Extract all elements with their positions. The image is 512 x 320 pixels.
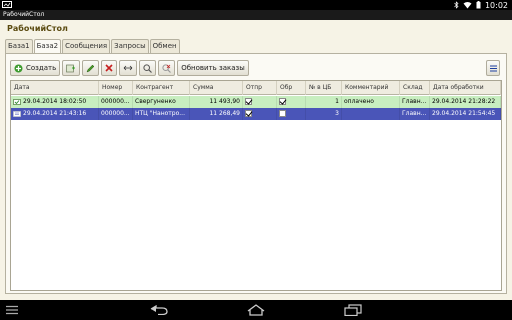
cell-number: 000000...	[99, 108, 133, 120]
tab-bar: База1 База2 Сообщения Запросы Обмен	[5, 39, 180, 54]
cell-date: 29.04.2014 21:43:16	[11, 108, 99, 120]
cell-counterparty: НТЦ "Нанотро...	[133, 108, 190, 120]
create-button[interactable]: Создать	[10, 60, 61, 76]
column-sent[interactable]: Отпр	[243, 81, 277, 95]
android-navigation-bar	[0, 300, 512, 320]
tab-panel: Создать Обновить заказы Дата Номер Контр…	[5, 53, 507, 294]
processed-checkbox[interactable]	[279, 98, 286, 105]
window-title: РабочийСтол	[0, 10, 512, 20]
table-row[interactable]: 29.04.2014 18:02:50 000000... Свергуненк…	[11, 96, 501, 108]
more-menu-button[interactable]	[486, 60, 500, 76]
cell-sent	[243, 96, 277, 108]
app-body: РабочийСтол База1 База2 Сообщения Запрос…	[0, 20, 512, 300]
cell-processed-date: 29.04.2014 21:28:22	[430, 96, 501, 108]
expand-range-icon	[123, 65, 133, 71]
tab-queries[interactable]: Запросы	[111, 39, 149, 53]
column-processed[interactable]: Обр	[277, 81, 306, 95]
cell-processed	[277, 108, 306, 120]
cell-date: 29.04.2014 18:02:50	[11, 96, 99, 108]
cell-comment: оплачено	[342, 96, 400, 108]
tab-exchange[interactable]: Обмен	[149, 39, 180, 53]
tab-base1[interactable]: База1	[5, 39, 33, 53]
menu-icon	[489, 65, 497, 71]
back-icon[interactable]	[150, 305, 168, 315]
add-icon	[14, 64, 23, 72]
cell-processed	[277, 96, 306, 108]
table-header: Дата Номер Контрагент Сумма Отпр Обр № в…	[11, 81, 501, 95]
column-number[interactable]: Номер	[99, 81, 133, 95]
cell-warehouse: Главн...	[400, 96, 430, 108]
cell-date-text: 29.04.2014 21:43:16	[23, 110, 87, 117]
cell-cb-number: 1	[306, 96, 342, 108]
cell-processed-date: 29.04.2014 21:54:45	[430, 108, 501, 120]
delete-icon	[105, 64, 113, 72]
processed-checkbox[interactable]	[279, 110, 286, 117]
create-label: Создать	[26, 64, 57, 72]
wifi-icon	[463, 2, 472, 9]
cell-counterparty: Свергуненко	[133, 96, 190, 108]
document-posted-icon	[13, 98, 21, 105]
column-comment[interactable]: Комментарий	[342, 81, 400, 95]
pencil-icon	[86, 64, 95, 72]
cell-number: 000000...	[99, 96, 133, 108]
toolbar: Создать Обновить заказы	[10, 60, 249, 76]
column-counterparty[interactable]: Контрагент	[133, 81, 190, 95]
cell-sum: 11 493,90	[190, 96, 243, 108]
edit-button[interactable]	[82, 60, 100, 76]
refresh-orders-button[interactable]: Обновить заказы	[177, 60, 249, 76]
cell-sent	[243, 108, 277, 120]
cancel-search-icon	[162, 63, 172, 73]
column-processed-date[interactable]: Дата обработки	[430, 81, 501, 95]
document-icon	[13, 110, 21, 117]
home-icon[interactable]	[246, 304, 266, 316]
column-warehouse[interactable]: Склад	[400, 81, 430, 95]
cell-sum: 11 268,49	[190, 108, 243, 120]
copy-button[interactable]	[62, 60, 81, 76]
search-icon	[143, 63, 153, 73]
delete-button[interactable]	[101, 60, 118, 76]
recent-apps-icon[interactable]	[344, 304, 362, 316]
cell-cb-number: 3	[306, 108, 342, 120]
select-range-button[interactable]	[119, 60, 138, 76]
clear-search-button[interactable]	[158, 60, 176, 76]
battery-icon	[476, 1, 481, 9]
android-status-bar: 10:02	[0, 0, 512, 10]
tab-messages[interactable]: Сообщения	[62, 39, 111, 53]
form-title: РабочийСтол	[7, 24, 68, 33]
menu-lines-icon[interactable]	[6, 305, 18, 315]
cell-warehouse: Главн...	[400, 108, 430, 120]
copy-icon	[66, 64, 76, 72]
cell-comment	[342, 108, 400, 120]
sent-checkbox[interactable]	[245, 110, 252, 117]
clock: 10:02	[484, 0, 508, 10]
column-cb-number[interactable]: № в ЦБ	[306, 81, 342, 95]
table-row-selected[interactable]: 29.04.2014 21:43:16 000000... НТЦ "Нанот…	[11, 108, 501, 120]
orders-table: Дата Номер Контрагент Сумма Отпр Обр № в…	[10, 80, 502, 291]
bluetooth-icon	[454, 1, 459, 9]
sent-checkbox[interactable]	[245, 98, 252, 105]
column-date[interactable]: Дата	[11, 81, 99, 95]
tab-base2[interactable]: База2	[33, 39, 62, 54]
cell-date-text: 29.04.2014 18:02:50	[23, 98, 87, 105]
search-button[interactable]	[139, 60, 157, 76]
app-notification-icon	[2, 1, 12, 8]
column-sum[interactable]: Сумма	[190, 81, 243, 95]
